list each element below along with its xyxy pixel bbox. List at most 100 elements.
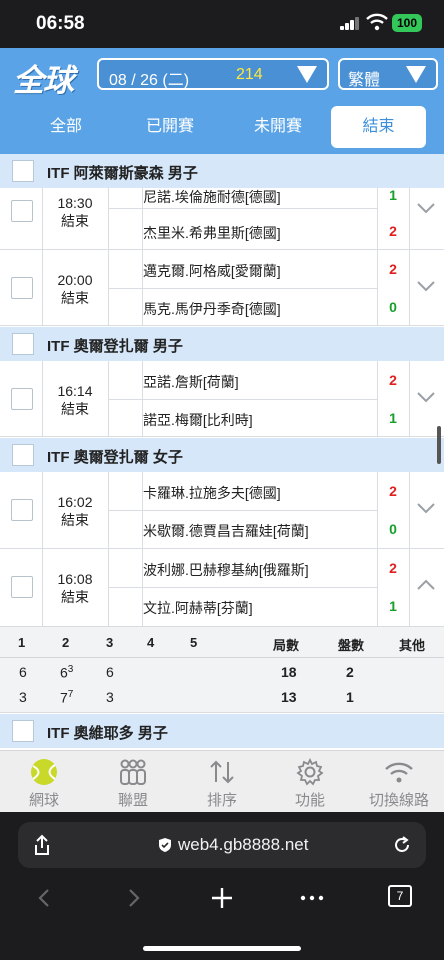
chevron-down-icon[interactable] xyxy=(416,387,436,407)
match-time: 16:14 xyxy=(57,383,93,399)
bottom-nav: 網球 聯盟 排序 功能 切換線路 xyxy=(0,750,444,812)
match-time: 18:30 xyxy=(57,195,93,211)
match-status: 結束 xyxy=(61,512,89,528)
section-checkbox[interactable] xyxy=(12,444,34,466)
language-select[interactable]: 繁體 xyxy=(338,58,438,90)
set-score: 77 xyxy=(60,689,74,706)
reload-icon[interactable] xyxy=(392,835,412,855)
player-score: 2 xyxy=(389,261,397,277)
nav-label: 功能 xyxy=(294,792,325,809)
table-header: 1 xyxy=(18,635,26,650)
player-name: 米歇爾.德賈昌吉羅娃[荷蘭] xyxy=(143,523,309,539)
match-row[interactable]: 18:30 結束 尼諾.埃倫施耐德[德國] 1 杰里米.希弗里斯[德國] 2 xyxy=(0,187,444,250)
league-icon xyxy=(120,759,146,785)
scrollbar[interactable] xyxy=(437,426,441,464)
chevron-up-icon[interactable] xyxy=(416,575,436,595)
player-name: 亞諾.詹斯[荷蘭] xyxy=(143,374,239,390)
table-header: 局數 xyxy=(273,638,300,653)
tab-started[interactable]: 已開賽 xyxy=(118,106,222,148)
sets-won: 2 xyxy=(346,664,354,680)
set-score: 63 xyxy=(60,664,74,681)
table-header: 5 xyxy=(190,635,198,650)
match-checkbox[interactable] xyxy=(11,200,33,222)
sets-won: 1 xyxy=(346,689,354,705)
wifi-status-icon xyxy=(366,13,388,31)
tabs-button[interactable]: 7 xyxy=(388,885,412,907)
section-checkbox[interactable] xyxy=(12,720,34,742)
player-name: 尼諾.埃倫施耐德[德國] xyxy=(143,189,281,205)
nav-label: 網球 xyxy=(28,792,59,809)
nav-league[interactable]: 聯盟 xyxy=(89,751,177,813)
date-select[interactable]: 08 / 26 (二) 214 xyxy=(97,58,329,90)
status-bar: 06:58 100 xyxy=(0,0,444,48)
section-title: ITF 阿萊爾斯豪森 男子 xyxy=(47,165,198,182)
match-time: 16:08 xyxy=(57,571,93,587)
set-score: 3 xyxy=(19,689,27,705)
battery-indicator: 100 xyxy=(392,14,422,32)
shield-icon xyxy=(159,838,171,852)
section-header[interactable]: ITF 奧爾登扎爾 男子 xyxy=(0,327,444,361)
match-list[interactable]: ITF 阿萊爾斯豪森 男子 18:30 結束 尼諾.埃倫施耐德[德國] 1 杰里… xyxy=(0,154,444,750)
tab-finished[interactable]: 結束 xyxy=(331,106,426,148)
player-score: 1 xyxy=(389,598,397,614)
match-row[interactable]: 16:02 結束 卡羅琳.拉施多夫[德國] 2 米歇爾.德賈昌吉羅娃[荷蘭] 0 xyxy=(0,472,444,549)
section-checkbox[interactable] xyxy=(12,333,34,355)
section-checkbox[interactable] xyxy=(12,160,34,182)
nav-label: 聯盟 xyxy=(117,792,148,809)
new-tab-icon[interactable] xyxy=(207,884,237,912)
player-name: 馬克.馬伊丹季奇[德國] xyxy=(143,301,281,317)
table-header: 2 xyxy=(62,635,70,650)
table-header: 3 xyxy=(106,635,114,650)
back-icon[interactable] xyxy=(30,884,60,912)
nav-switch-line[interactable]: 切換線路 xyxy=(355,751,443,813)
gear-icon xyxy=(296,758,324,786)
player-score: 2 xyxy=(389,223,397,239)
nav-functions[interactable]: 功能 xyxy=(266,751,354,813)
set-score: 6 xyxy=(106,664,114,680)
nav-sort[interactable]: 排序 xyxy=(178,751,266,813)
player-name: 文拉.阿赫蒂[芬蘭] xyxy=(143,600,253,616)
match-row[interactable]: 16:08 結束 波利娜.巴赫穆基納[俄羅斯] 2 文拉.阿赫蒂[芬蘭] 1 xyxy=(0,549,444,627)
player-score: 1 xyxy=(389,187,397,203)
player-score: 2 xyxy=(389,372,397,388)
match-count: 214 xyxy=(236,66,263,83)
chevron-down-icon[interactable] xyxy=(416,198,436,218)
chevron-down-icon[interactable] xyxy=(416,276,436,296)
share-icon[interactable] xyxy=(32,834,52,856)
match-row[interactable]: 20:00 結束 邁克爾.阿格威[愛爾蘭] 2 馬克.馬伊丹季奇[德國] 0 xyxy=(0,250,444,326)
address-bar[interactable]: web4.gb8888.net xyxy=(18,822,426,868)
section-header[interactable]: ITF 阿萊爾斯豪森 男子 xyxy=(0,154,444,188)
match-status: 結束 xyxy=(61,213,89,229)
browser-chrome: web4.gb8888.net 7 xyxy=(0,812,444,960)
match-checkbox[interactable] xyxy=(11,388,33,410)
match-time: 20:00 xyxy=(57,272,93,288)
chevron-down-icon[interactable] xyxy=(416,498,436,518)
tab-not-started[interactable]: 未開賽 xyxy=(226,106,330,148)
player-score: 2 xyxy=(389,483,397,499)
more-icon[interactable] xyxy=(297,884,327,912)
player-score: 0 xyxy=(389,299,397,315)
player-score: 2 xyxy=(389,560,397,576)
match-status: 結束 xyxy=(61,401,89,417)
section-header[interactable]: ITF 奧維耶多 男子 xyxy=(0,714,444,748)
section-title: ITF 奧爾登扎爾 男子 xyxy=(47,338,183,355)
match-checkbox[interactable] xyxy=(11,499,33,521)
section-header[interactable]: ITF 奧爾登扎爾 女子 xyxy=(0,438,444,472)
games-total: 18 xyxy=(281,664,297,680)
language-select-value: 繁體 xyxy=(348,72,381,89)
filter-tabs: 全部 已開賽 未開賽 結束 xyxy=(0,100,444,154)
player-name: 杰里米.希弗里斯[德國] xyxy=(143,225,281,241)
forward-icon[interactable] xyxy=(118,884,148,912)
match-status: 結束 xyxy=(61,589,89,605)
table-header: 盤數 xyxy=(338,638,365,653)
match-checkbox[interactable] xyxy=(11,576,33,598)
match-time: 16:02 xyxy=(57,494,93,510)
match-status: 結束 xyxy=(61,290,89,306)
home-indicator xyxy=(143,946,301,951)
tab-all[interactable]: 全部 xyxy=(14,106,118,148)
nav-tennis[interactable]: 網球 xyxy=(0,751,88,813)
triangle-down-icon xyxy=(297,66,317,83)
player-name: 波利娜.巴赫穆基納[俄羅斯] xyxy=(143,562,309,578)
match-checkbox[interactable] xyxy=(11,277,33,299)
match-row[interactable]: 16:14 結束 亞諾.詹斯[荷蘭] 2 諾亞.梅爾[比利時] 1 xyxy=(0,361,444,437)
